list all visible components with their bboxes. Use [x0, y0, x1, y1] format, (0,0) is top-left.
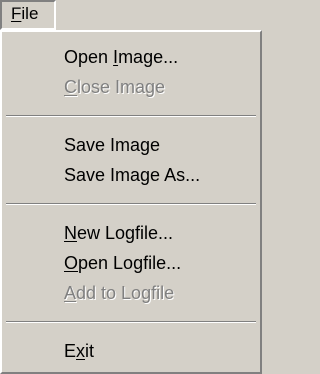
- menu-separator: [6, 203, 256, 205]
- save-image-label: Save Image: [64, 135, 161, 155]
- menu-separator: [6, 115, 256, 117]
- open-image-label-end: mage...: [118, 47, 179, 67]
- menu-item-exit[interactable]: Exit: [2, 336, 260, 366]
- exit-label-end: it: [85, 341, 95, 361]
- menu-item-open-image[interactable]: Open Image...: [2, 42, 260, 72]
- menu-item-save-image[interactable]: Save Image: [2, 130, 260, 160]
- open-logfile-mnemonic: O: [64, 253, 79, 273]
- close-image-mnemonic: C: [64, 77, 77, 97]
- exit-label-start: E: [64, 341, 77, 361]
- menu-item-close-image: Close Image: [2, 72, 260, 102]
- menu-item-open-logfile[interactable]: Open Logfile...: [2, 248, 260, 278]
- exit-mnemonic: x: [76, 341, 86, 361]
- close-image-label-end: lose Image: [77, 77, 166, 97]
- file-menu-label: ile: [21, 4, 39, 23]
- open-image-label-start: Open: [64, 47, 114, 67]
- file-dropdown-menu: Open Image... Close Image Save Image Sav…: [0, 30, 262, 374]
- file-menu-mnemonic: F: [11, 4, 22, 23]
- menu-separator: [6, 321, 256, 323]
- open-logfile-label-end: pen Logfile...: [78, 253, 182, 273]
- menu-item-add-to-logfile: Add to Logfile: [2, 278, 260, 308]
- menu-bar: File: [0, 0, 262, 30]
- app-window: File Open Image... Close Image Save Imag…: [0, 0, 262, 374]
- new-logfile-mnemonic: N: [64, 223, 77, 243]
- menu-item-save-image-as[interactable]: Save Image As...: [2, 160, 260, 190]
- save-image-as-label: Save Image As...: [64, 165, 201, 185]
- file-menu[interactable]: File: [0, 0, 56, 30]
- new-logfile-label-end: ew Logfile...: [77, 223, 174, 243]
- add-to-logfile-mnemonic: A: [64, 283, 77, 303]
- menu-item-new-logfile[interactable]: New Logfile...: [2, 218, 260, 248]
- add-to-logfile-label-end: dd to Logfile: [76, 283, 175, 303]
